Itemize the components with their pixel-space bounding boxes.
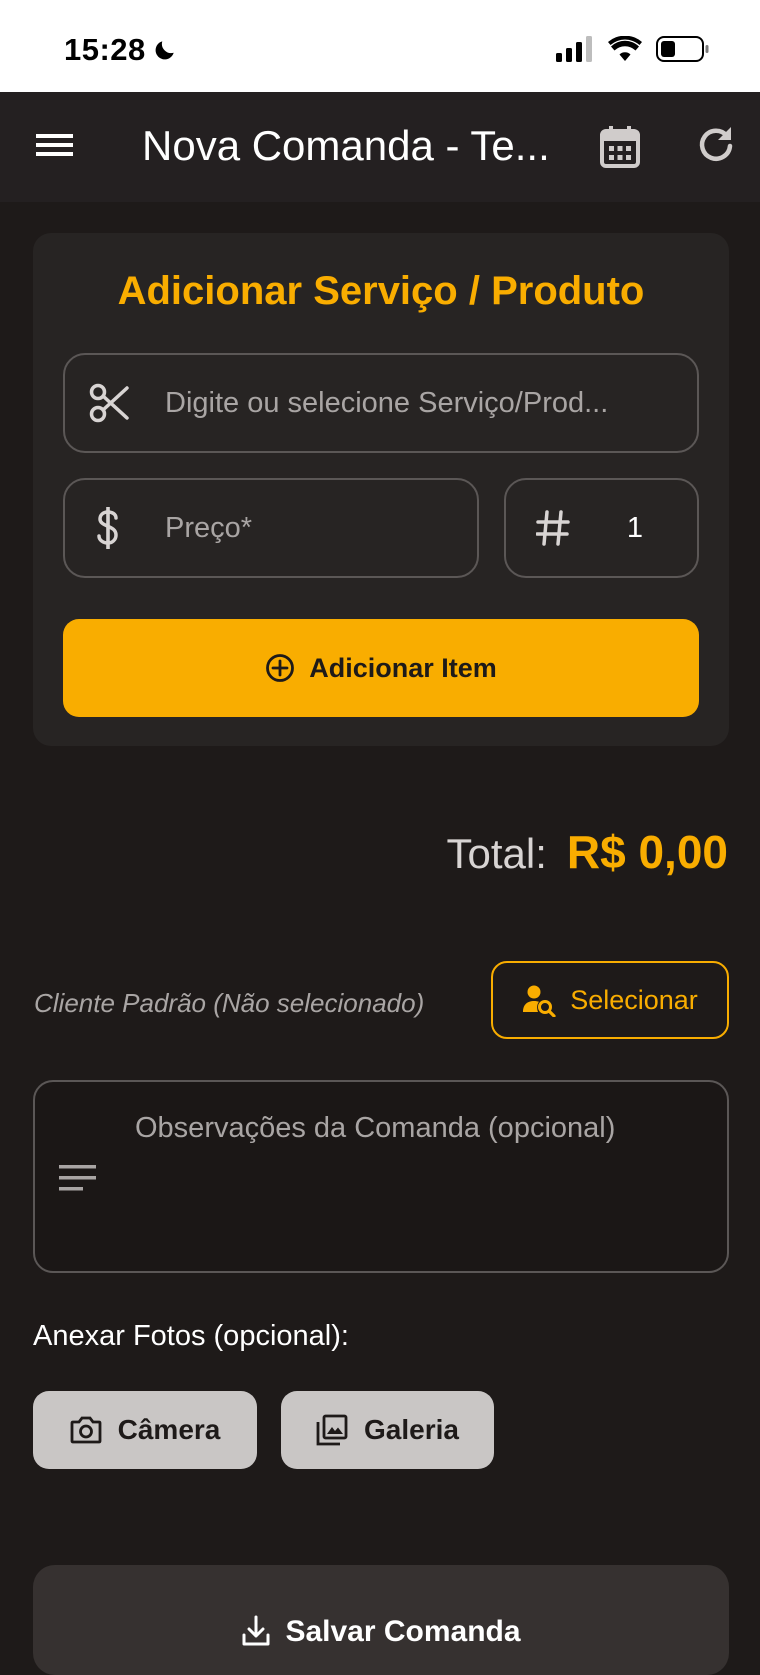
download-icon [242, 1615, 270, 1646]
refresh-button[interactable] [696, 125, 736, 170]
camera-button[interactable]: Câmera [33, 1391, 257, 1469]
select-client-label: Selecionar [570, 984, 698, 1015]
add-item-card: Adicionar Serviço / Produto Adicionar It… [33, 233, 729, 746]
person-search-icon [523, 985, 556, 1017]
price-field[interactable] [63, 478, 479, 578]
refresh-icon [699, 127, 733, 161]
gallery-label: Galeria [364, 1414, 459, 1445]
scissors-icon [89, 383, 129, 423]
status-icons [556, 36, 710, 62]
gallery-icon [316, 1414, 348, 1446]
battery-icon [656, 36, 709, 62]
card-title: Adicionar Serviço / Produto [117, 269, 645, 313]
add-item-label: Adicionar Item [309, 652, 497, 683]
wifi-icon [608, 36, 642, 61]
service-input[interactable] [165, 383, 685, 423]
total-value: R$ 0,00 [566, 826, 728, 878]
save-order-button[interactable]: Salvar Comanda [33, 1565, 729, 1675]
camera-icon [70, 1416, 102, 1444]
quantity-field[interactable] [504, 478, 699, 578]
notes-lines-icon [59, 1165, 96, 1191]
attach-photos-label: Anexar Fotos (opcional): [33, 1320, 349, 1352]
dollar-icon [97, 507, 118, 549]
client-status-text: Cliente Padrão (Não selecionado) [34, 988, 425, 1018]
plus-circle-icon [266, 654, 295, 682]
total-row: Total: R$ 0,00 [446, 825, 728, 879]
calendar-button[interactable] [600, 125, 640, 174]
quantity-input[interactable] [610, 508, 660, 548]
page-title: Nova Comanda - Te... [142, 122, 550, 169]
status-time-text: 15:28 [64, 32, 146, 67]
app-bar: Nova Comanda - Te... [0, 92, 760, 202]
save-order-label: Salvar Comanda [285, 1615, 521, 1648]
moon-icon [155, 41, 174, 60]
status-bar: 15:28 [0, 0, 760, 92]
calendar-icon [600, 126, 640, 168]
hash-icon [536, 510, 570, 546]
total-label: Total: [446, 830, 547, 877]
camera-label: Câmera [117, 1414, 221, 1445]
hamburger-menu-icon [36, 134, 73, 156]
add-item-button[interactable]: Adicionar Item [63, 619, 699, 717]
cellular-signal-icon [556, 36, 592, 62]
status-time: 15:28 [64, 32, 178, 68]
select-client-button[interactable]: Selecionar [491, 961, 729, 1039]
price-input[interactable] [165, 508, 465, 548]
notes-input[interactable] [135, 1112, 705, 1252]
service-field[interactable] [63, 353, 699, 453]
notes-field[interactable] [33, 1080, 729, 1273]
menu-button[interactable] [36, 125, 74, 170]
gallery-button[interactable]: Galeria [281, 1391, 494, 1469]
